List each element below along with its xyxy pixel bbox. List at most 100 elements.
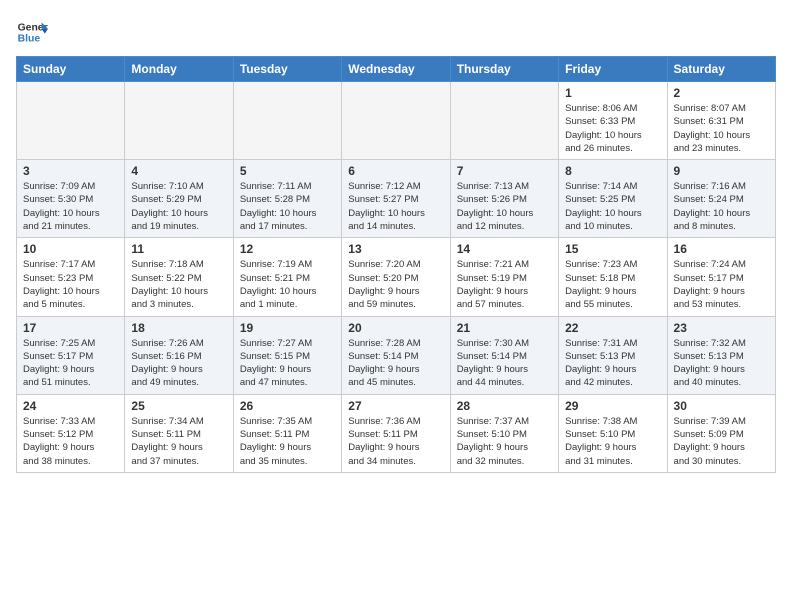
weekday-header-row: SundayMondayTuesdayWednesdayThursdayFrid… bbox=[17, 57, 776, 82]
calendar-cell: 22 Sunrise: 7:31 AM Sunset: 5:13 PM Dayli… bbox=[559, 316, 667, 394]
calendar-cell: 17 Sunrise: 7:25 AM Sunset: 5:17 PM Dayli… bbox=[17, 316, 125, 394]
day-number: 19 bbox=[240, 321, 335, 335]
calendar-cell: 18 Sunrise: 7:26 AM Sunset: 5:16 PM Dayli… bbox=[125, 316, 233, 394]
day-info: Sunrise: 7:37 AM Sunset: 5:10 PM Dayligh… bbox=[457, 415, 552, 468]
calendar-week-row: 17 Sunrise: 7:25 AM Sunset: 5:17 PM Dayli… bbox=[17, 316, 776, 394]
day-number: 7 bbox=[457, 164, 552, 178]
day-number: 18 bbox=[131, 321, 226, 335]
day-info: Sunrise: 7:32 AM Sunset: 5:13 PM Dayligh… bbox=[674, 337, 769, 390]
day-number: 14 bbox=[457, 242, 552, 256]
calendar-cell bbox=[342, 82, 450, 160]
calendar-cell: 23 Sunrise: 7:32 AM Sunset: 5:13 PM Dayli… bbox=[667, 316, 775, 394]
calendar-cell: 29Sunrise: 7:38 AM Sunset: 5:10 PM Dayli… bbox=[559, 394, 667, 472]
day-info: Sunrise: 7:33 AM Sunset: 5:12 PM Dayligh… bbox=[23, 415, 118, 468]
day-number: 8 bbox=[565, 164, 660, 178]
day-number: 25 bbox=[131, 399, 226, 413]
day-info: Sunrise: 8:06 AM Sunset: 6:33 PM Dayligh… bbox=[565, 102, 660, 155]
day-number: 27 bbox=[348, 399, 443, 413]
calendar-cell: 4 Sunrise: 7:10 AM Sunset: 5:29 PM Daylig… bbox=[125, 160, 233, 238]
calendar-cell bbox=[125, 82, 233, 160]
calendar-cell: 24 Sunrise: 7:33 AM Sunset: 5:12 PM Dayli… bbox=[17, 394, 125, 472]
page-header: General Blue bbox=[16, 16, 776, 48]
weekday-header-saturday: Saturday bbox=[667, 57, 775, 82]
day-info: Sunrise: 7:34 AM Sunset: 5:11 PM Dayligh… bbox=[131, 415, 226, 468]
svg-text:Blue: Blue bbox=[18, 34, 41, 45]
calendar-week-row: 10Sunrise: 7:17 AM Sunset: 5:23 PM Dayli… bbox=[17, 238, 776, 316]
logo: General Blue bbox=[16, 16, 52, 48]
day-info: Sunrise: 7:24 AM Sunset: 5:17 PM Dayligh… bbox=[674, 258, 769, 311]
calendar-cell: 27 Sunrise: 7:36 AM Sunset: 5:11 PM Dayli… bbox=[342, 394, 450, 472]
day-number: 22 bbox=[565, 321, 660, 335]
weekday-header-friday: Friday bbox=[559, 57, 667, 82]
calendar-cell: 1 Sunrise: 8:06 AM Sunset: 6:33 PM Daylig… bbox=[559, 82, 667, 160]
day-info: Sunrise: 7:12 AM Sunset: 5:27 PM Dayligh… bbox=[348, 180, 443, 233]
day-number: 20 bbox=[348, 321, 443, 335]
day-number: 5 bbox=[240, 164, 335, 178]
calendar-cell: 10Sunrise: 7:17 AM Sunset: 5:23 PM Dayli… bbox=[17, 238, 125, 316]
day-number: 9 bbox=[674, 164, 769, 178]
calendar-cell: 25 Sunrise: 7:34 AM Sunset: 5:11 PM Dayli… bbox=[125, 394, 233, 472]
day-number: 16 bbox=[674, 242, 769, 256]
calendar-cell: 12Sunrise: 7:19 AM Sunset: 5:21 PM Dayli… bbox=[233, 238, 341, 316]
day-info: Sunrise: 7:14 AM Sunset: 5:25 PM Dayligh… bbox=[565, 180, 660, 233]
calendar-cell bbox=[450, 82, 558, 160]
calendar-cell: 7 Sunrise: 7:13 AM Sunset: 5:26 PM Daylig… bbox=[450, 160, 558, 238]
day-info: Sunrise: 7:39 AM Sunset: 5:09 PM Dayligh… bbox=[674, 415, 769, 468]
day-info: Sunrise: 7:11 AM Sunset: 5:28 PM Dayligh… bbox=[240, 180, 335, 233]
day-number: 17 bbox=[23, 321, 118, 335]
calendar-cell bbox=[233, 82, 341, 160]
calendar-cell: 26 Sunrise: 7:35 AM Sunset: 5:11 PM Dayli… bbox=[233, 394, 341, 472]
weekday-header-thursday: Thursday bbox=[450, 57, 558, 82]
day-number: 21 bbox=[457, 321, 552, 335]
calendar-table: SundayMondayTuesdayWednesdayThursdayFrid… bbox=[16, 56, 776, 473]
day-info: Sunrise: 7:21 AM Sunset: 5:19 PM Dayligh… bbox=[457, 258, 552, 311]
day-number: 26 bbox=[240, 399, 335, 413]
calendar-cell: 14 Sunrise: 7:21 AM Sunset: 5:19 PM Dayli… bbox=[450, 238, 558, 316]
day-info: Sunrise: 7:25 AM Sunset: 5:17 PM Dayligh… bbox=[23, 337, 118, 390]
day-info: Sunrise: 7:19 AM Sunset: 5:21 PM Dayligh… bbox=[240, 258, 335, 311]
day-info: Sunrise: 7:10 AM Sunset: 5:29 PM Dayligh… bbox=[131, 180, 226, 233]
weekday-header-tuesday: Tuesday bbox=[233, 57, 341, 82]
day-info: Sunrise: 7:36 AM Sunset: 5:11 PM Dayligh… bbox=[348, 415, 443, 468]
day-info: Sunrise: 7:35 AM Sunset: 5:11 PM Dayligh… bbox=[240, 415, 335, 468]
day-info: Sunrise: 7:31 AM Sunset: 5:13 PM Dayligh… bbox=[565, 337, 660, 390]
day-number: 15 bbox=[565, 242, 660, 256]
day-info: Sunrise: 7:16 AM Sunset: 5:24 PM Dayligh… bbox=[674, 180, 769, 233]
day-number: 30 bbox=[674, 399, 769, 413]
day-info: Sunrise: 7:09 AM Sunset: 5:30 PM Dayligh… bbox=[23, 180, 118, 233]
day-number: 2 bbox=[674, 86, 769, 100]
calendar-cell: 21 Sunrise: 7:30 AM Sunset: 5:14 PM Dayli… bbox=[450, 316, 558, 394]
day-info: Sunrise: 7:26 AM Sunset: 5:16 PM Dayligh… bbox=[131, 337, 226, 390]
day-number: 4 bbox=[131, 164, 226, 178]
calendar-week-row: 1 Sunrise: 8:06 AM Sunset: 6:33 PM Daylig… bbox=[17, 82, 776, 160]
day-number: 24 bbox=[23, 399, 118, 413]
day-info: Sunrise: 7:28 AM Sunset: 5:14 PM Dayligh… bbox=[348, 337, 443, 390]
day-info: Sunrise: 7:27 AM Sunset: 5:15 PM Dayligh… bbox=[240, 337, 335, 390]
day-info: Sunrise: 7:23 AM Sunset: 5:18 PM Dayligh… bbox=[565, 258, 660, 311]
day-number: 3 bbox=[23, 164, 118, 178]
calendar-week-row: 24 Sunrise: 7:33 AM Sunset: 5:12 PM Dayli… bbox=[17, 394, 776, 472]
calendar-cell: 8 Sunrise: 7:14 AM Sunset: 5:25 PM Daylig… bbox=[559, 160, 667, 238]
calendar-cell: 28 Sunrise: 7:37 AM Sunset: 5:10 PM Dayli… bbox=[450, 394, 558, 472]
day-info: Sunrise: 7:17 AM Sunset: 5:23 PM Dayligh… bbox=[23, 258, 118, 311]
weekday-header-monday: Monday bbox=[125, 57, 233, 82]
calendar-cell: 16 Sunrise: 7:24 AM Sunset: 5:17 PM Dayli… bbox=[667, 238, 775, 316]
day-info: Sunrise: 7:18 AM Sunset: 5:22 PM Dayligh… bbox=[131, 258, 226, 311]
day-number: 6 bbox=[348, 164, 443, 178]
day-info: Sunrise: 7:13 AM Sunset: 5:26 PM Dayligh… bbox=[457, 180, 552, 233]
calendar-cell: 30 Sunrise: 7:39 AM Sunset: 5:09 PM Dayli… bbox=[667, 394, 775, 472]
day-info: Sunrise: 7:20 AM Sunset: 5:20 PM Dayligh… bbox=[348, 258, 443, 311]
calendar-cell: 6 Sunrise: 7:12 AM Sunset: 5:27 PM Daylig… bbox=[342, 160, 450, 238]
day-number: 11 bbox=[131, 242, 226, 256]
day-number: 1 bbox=[565, 86, 660, 100]
calendar-cell: 11 Sunrise: 7:18 AM Sunset: 5:22 PM Dayli… bbox=[125, 238, 233, 316]
day-info: Sunrise: 7:30 AM Sunset: 5:14 PM Dayligh… bbox=[457, 337, 552, 390]
day-number: 23 bbox=[674, 321, 769, 335]
day-number: 28 bbox=[457, 399, 552, 413]
day-number: 13 bbox=[348, 242, 443, 256]
calendar-week-row: 3 Sunrise: 7:09 AM Sunset: 5:30 PM Daylig… bbox=[17, 160, 776, 238]
weekday-header-wednesday: Wednesday bbox=[342, 57, 450, 82]
calendar-cell: 20 Sunrise: 7:28 AM Sunset: 5:14 PM Dayli… bbox=[342, 316, 450, 394]
calendar-cell: 13 Sunrise: 7:20 AM Sunset: 5:20 PM Dayli… bbox=[342, 238, 450, 316]
day-info: Sunrise: 8:07 AM Sunset: 6:31 PM Dayligh… bbox=[674, 102, 769, 155]
